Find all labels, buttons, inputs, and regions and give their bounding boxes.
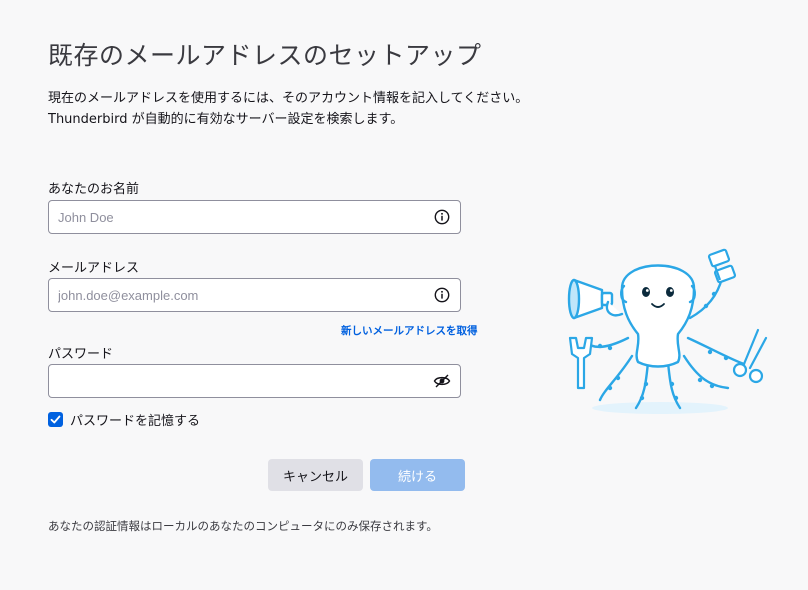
description-line-1: 現在のメールアドレスを使用するには、そのアカウント情報を記入してください。 (48, 91, 529, 106)
info-icon[interactable] (433, 208, 451, 226)
octopus-illustration (560, 238, 775, 420)
email-input[interactable] (49, 279, 437, 311)
continue-button[interactable]: 続ける (370, 459, 465, 491)
email-field[interactable] (48, 278, 461, 312)
password-label: パスワード (48, 347, 114, 362)
remember-password-checkbox[interactable]: パスワードを記憶する (48, 410, 201, 429)
get-new-email-link[interactable]: 新しいメールアドレスを取得 (341, 323, 478, 338)
password-field[interactable] (48, 364, 461, 398)
account-setup-page: 既存のメールアドレスのセットアップ 現在のメールアドレスを使用するには、そのアカ… (0, 0, 808, 590)
page-description: 現在のメールアドレスを使用するには、そのアカウント情報を記入してください。 Th… (48, 88, 528, 130)
checkmark-icon[interactable] (48, 411, 63, 427)
credentials-note: あなたの認証情報はローカルのあなたのコンピュータにのみ保存されます。 (48, 519, 438, 533)
cancel-button[interactable]: キャンセル (268, 459, 363, 491)
password-input[interactable] (49, 365, 437, 397)
description-line-2: Thunderbird が自動的に有効なサーバー設定を検索します。 (48, 112, 404, 127)
name-label: あなたのお名前 (48, 182, 140, 197)
eye-slash-icon[interactable] (433, 372, 451, 390)
email-label: メールアドレス (48, 261, 140, 276)
page-title: 既存のメールアドレスのセットアップ (48, 41, 482, 70)
name-input[interactable] (49, 201, 437, 233)
name-field[interactable] (48, 200, 461, 234)
info-icon[interactable] (433, 286, 451, 304)
remember-password-label: パスワードを記憶する (70, 413, 201, 429)
